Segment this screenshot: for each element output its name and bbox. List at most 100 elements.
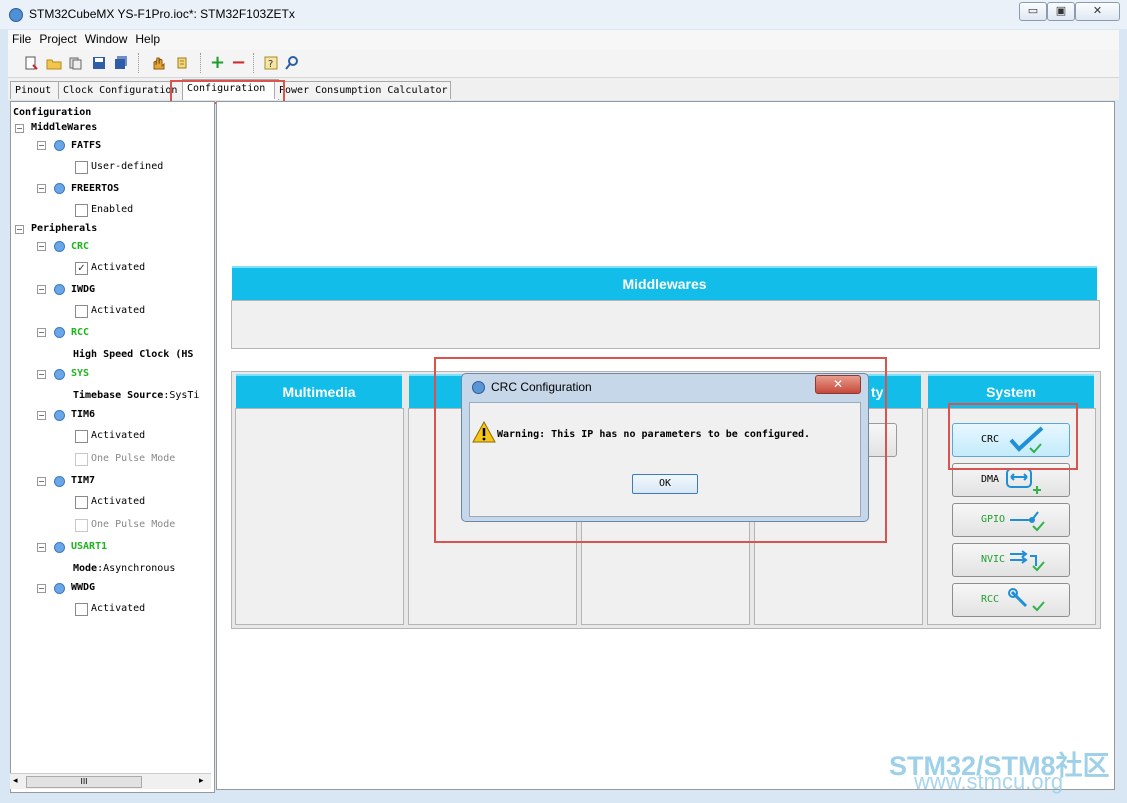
nvic-ip-button[interactable]: NVIC [952,543,1070,577]
tab-power-consumption-calculator[interactable]: Power Consumption Calculator [274,81,451,99]
open-folder-icon[interactable] [46,56,62,70]
sys-param-value: :SysTi [163,390,200,401]
add-icon[interactable]: + [210,54,225,72]
dialog-body: Warning: This IP has no parameters to be… [469,402,861,517]
about-icon[interactable] [285,56,299,70]
crc-option-label: Activated [91,262,146,273]
rcc-ip-button[interactable]: RCC [952,583,1070,617]
tree-horizontal-scrollbar[interactable]: ◂ III ▸ [10,773,211,789]
collapse-icon[interactable]: − [15,124,24,133]
svg-text:?: ? [268,59,273,70]
watermark-url: www.stmcu.org [914,769,1064,794]
sys-param[interactable]: Timebase Source:SysTi [73,390,199,401]
checkbox-crc-activated[interactable]: ✓ [75,262,88,275]
script-icon[interactable] [175,56,189,70]
gear-icon [54,583,65,594]
tree-root: Configuration [13,107,92,118]
tree-peripherals[interactable]: Peripherals [31,223,97,234]
ok-button[interactable]: OK [632,474,698,494]
tree-item-iwdg[interactable]: IWDG [71,284,95,295]
usart1-param-value: :Asynchronous [97,563,176,574]
gear-icon [54,369,65,380]
gpio-ip-button[interactable]: GPIO [952,503,1070,537]
menu-window[interactable]: Window [81,30,132,46]
middlewares-header: Middlewares [232,266,1097,301]
cube-app-icon [9,8,23,22]
tree-item-fatfs[interactable]: FATFS [71,140,101,151]
checkbox-wwdg-activated[interactable] [75,603,88,616]
scroll-right-icon[interactable]: ▸ [199,776,204,786]
tree-item-wwdg[interactable]: WWDG [71,582,95,593]
tab-clock-configuration[interactable]: Clock Configuration [58,81,185,99]
toolbar-separator [253,53,255,73]
collapse-icon[interactable]: − [37,411,46,420]
tree-item-freertos[interactable]: FREERTOS [71,183,119,194]
save-icon[interactable] [92,56,106,70]
tree-item-tim6[interactable]: TIM6 [71,409,95,420]
iwdg-option-label: Activated [91,305,146,316]
new-project-icon[interactable] [24,56,38,70]
scroll-left-icon[interactable]: ◂ [13,776,18,786]
collapse-icon[interactable]: − [37,477,46,486]
toolbar-separator [138,53,140,73]
wrench-icon [1008,588,1045,612]
multimedia-header: Multimedia [236,374,402,409]
warning-icon [472,421,496,443]
app-window: STM32CubeMX YS-F1Pro.ioc*: STM32F103ZETx… [0,0,1127,803]
checkbox-freertos-enabled[interactable] [75,204,88,217]
collapse-icon[interactable]: − [37,285,46,294]
nvic-ip-label: NVIC [981,554,1006,565]
usart1-param[interactable]: Mode:Asynchronous [73,563,175,574]
menu-help[interactable]: Help [131,30,164,46]
scroll-thumb[interactable]: III [26,776,142,788]
tim7-option-activated: Activated [91,496,146,507]
collapse-icon[interactable]: − [37,184,46,193]
gear-icon [54,476,65,487]
checkbox-tim6-one-pulse [75,453,88,466]
collapse-icon[interactable]: − [37,584,46,593]
collapse-icon[interactable]: − [37,242,46,251]
gear-icon [54,542,65,553]
tree-item-crc[interactable]: CRC [71,241,89,252]
collapse-icon[interactable]: − [37,543,46,552]
configuration-tree: Configuration − MiddleWares − FATFS User… [10,101,215,793]
hand-icon[interactable] [151,56,165,70]
menu-project[interactable]: Project [35,30,80,46]
checkbox-fatfs-user-defined[interactable] [75,161,88,174]
checkbox-tim7-activated[interactable] [75,496,88,509]
maximize-button[interactable]: ▣ [1047,2,1075,21]
tab-pinout[interactable]: Pinout [10,81,61,99]
gear-icon [54,183,65,194]
tree-item-tim7[interactable]: TIM7 [71,475,95,486]
dialog-close-button[interactable]: ✕ [815,375,861,394]
title-bar: STM32CubeMX YS-F1Pro.ioc*: STM32F103ZETx… [0,0,1127,29]
rcc-param-label[interactable]: High Speed Clock (HS [73,349,193,360]
copy-icon[interactable] [68,56,82,70]
gear-icon [54,327,65,338]
remove-icon[interactable]: − [231,54,246,72]
collapse-icon[interactable]: − [37,328,46,337]
sys-param-label: Timebase Source [73,390,164,401]
minimize-button[interactable]: ▭ [1019,2,1047,21]
checkbox-tim6-activated[interactable] [75,430,88,443]
tim7-option-one-pulse: One Pulse Mode [91,519,176,530]
menu-file[interactable]: File [8,30,35,46]
collapse-icon[interactable]: − [15,225,24,234]
tree-item-usart1[interactable]: USART1 [71,541,107,552]
save-all-icon[interactable] [114,56,128,70]
checkbox-iwdg-activated[interactable] [75,305,88,318]
close-button[interactable]: ✕ [1075,2,1120,21]
nvic-icon [1010,550,1045,572]
tim6-option-activated: Activated [91,430,146,441]
usart1-param-label: Mode [73,563,98,574]
window-title: STM32CubeMX YS-F1Pro.ioc*: STM32F103ZETx [29,7,295,21]
tim6-option-one-pulse: One Pulse Mode [91,453,176,464]
multimedia-body [235,408,404,625]
tree-middlewares[interactable]: MiddleWares [31,122,97,133]
tree-item-rcc[interactable]: RCC [71,327,89,338]
collapse-icon[interactable]: − [37,141,46,150]
rcc-ip-label: RCC [981,594,1000,605]
help-icon[interactable]: ? [264,56,278,70]
tree-item-sys[interactable]: SYS [71,368,89,379]
collapse-icon[interactable]: − [37,370,46,379]
